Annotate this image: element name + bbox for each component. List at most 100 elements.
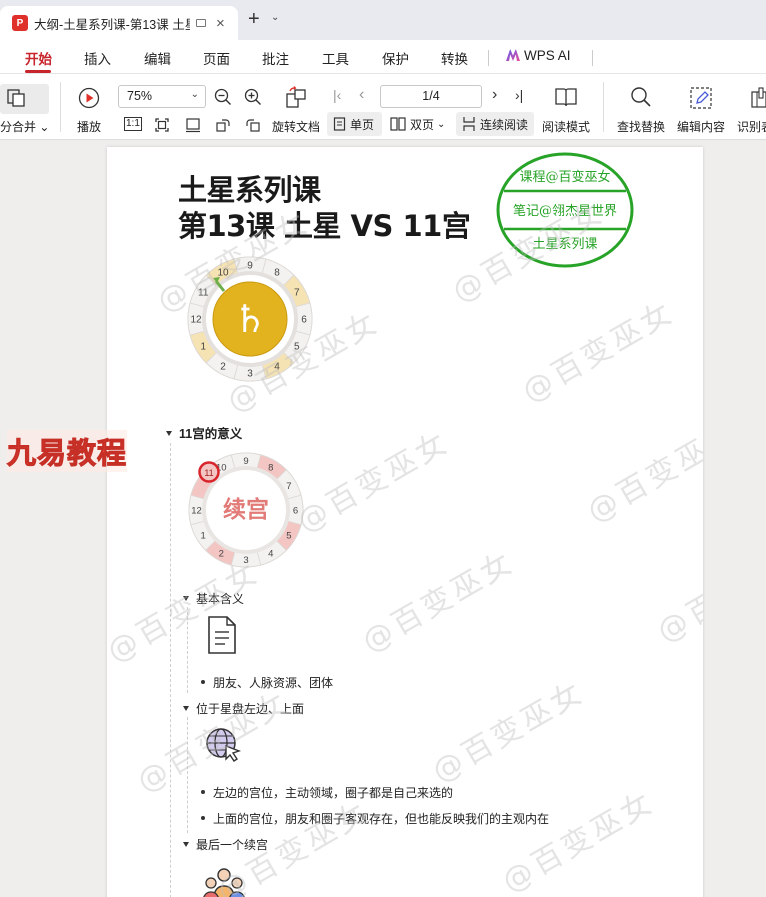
title-bar: P 大纲-土星系列课-第13课 土星 × + ⌄	[0, 0, 766, 40]
succedent-house-number-12: 12	[191, 506, 202, 517]
single-page-label: 单页	[350, 117, 375, 132]
menu-protect[interactable]: 保护	[382, 48, 409, 68]
new-tab-button[interactable]: +	[248, 9, 260, 29]
menu-home[interactable]: 开始	[25, 48, 52, 68]
recognize-table-icon[interactable]	[750, 86, 766, 110]
stamp-line1: 课程@百变巫女	[519, 169, 610, 185]
read-mode-icon[interactable]	[554, 86, 578, 108]
edit-content-icon[interactable]	[689, 86, 713, 110]
edit-content-label[interactable]: 编辑内容	[677, 118, 725, 135]
rotate-right-icon[interactable]	[245, 117, 261, 133]
viewer-gap	[0, 140, 766, 147]
double-page-label: 双页	[410, 117, 435, 132]
outline-position[interactable]: 位于星盘左边、上面	[183, 700, 304, 717]
menu-separator	[592, 50, 593, 66]
collapse-triangle-icon[interactable]	[183, 596, 189, 601]
house-11-label: 11	[204, 468, 213, 478]
read-mode-label[interactable]: 阅读模式	[542, 118, 590, 135]
stamp-line3: 土星系列课	[532, 237, 597, 252]
globe-cursor-icon	[206, 728, 242, 762]
saturn-symbol-icon: ♄	[233, 297, 267, 341]
saturn-house-number-2: 2	[220, 361, 226, 372]
menu-wps-ai[interactable]: WPS AI	[506, 48, 571, 63]
menu-convert[interactable]: 转换	[441, 48, 468, 68]
outline-guide-line	[170, 443, 171, 897]
saturn-house-number-1: 1	[200, 342, 206, 353]
first-page-icon[interactable]: |‹	[333, 87, 341, 103]
collapse-triangle-icon[interactable]	[183, 706, 189, 711]
menu-edit[interactable]: 编辑	[144, 48, 171, 68]
chevron-down-icon: ⌄	[190, 89, 199, 100]
outline-basic-meaning[interactable]: 基本含义	[183, 590, 244, 607]
watermark: @百变巫女	[426, 674, 592, 790]
actual-size-button[interactable]: 1:1	[124, 117, 142, 131]
people-group-icon	[203, 868, 245, 897]
active-menu-underline	[25, 70, 51, 73]
saturn-house-number-10: 10	[217, 268, 229, 279]
fit-page-icon[interactable]	[154, 117, 170, 133]
collapse-triangle-icon[interactable]	[166, 431, 172, 436]
collapse-triangle-icon[interactable]	[183, 842, 189, 847]
saturn-house-number-3: 3	[247, 369, 253, 380]
continuous-read-label: 连续阅读	[480, 117, 529, 132]
succedent-house-number-4: 4	[268, 548, 273, 559]
rotate-left-icon[interactable]	[215, 117, 231, 133]
outline-last-succedent[interactable]: 最后一个续宫	[183, 836, 268, 853]
saturn-house-number-6: 6	[301, 315, 307, 326]
last-page-icon[interactable]: ›|	[515, 87, 523, 103]
saturn-house-number-5: 5	[294, 342, 300, 353]
play-icon[interactable]	[78, 87, 100, 109]
list-item: 朋友、人脉资源、团体	[201, 674, 333, 691]
saturn-house-number-9: 9	[247, 261, 253, 272]
continuous-read-button[interactable]: 连续阅读	[456, 112, 534, 136]
zoom-out-icon[interactable]	[214, 88, 232, 106]
find-replace-label[interactable]: 查找替换	[617, 118, 665, 135]
pdf-icon: P	[12, 15, 28, 31]
zoom-in-icon[interactable]	[244, 88, 262, 106]
single-page-icon	[333, 117, 346, 131]
split-merge-label[interactable]: 分合并 ⌄	[0, 118, 49, 135]
zoom-select[interactable]: 75% ⌄	[118, 85, 206, 108]
tab-menu-chevron-icon[interactable]: ⌄	[271, 12, 279, 23]
single-page-button[interactable]: 单页	[327, 112, 382, 136]
menu-insert[interactable]: 插入	[84, 48, 111, 68]
saturn-house-number-8: 8	[274, 268, 280, 279]
toolbar-separator	[603, 82, 604, 132]
double-page-button[interactable]: 双页 ⌄	[390, 112, 445, 136]
watermark: @百变巫女	[651, 534, 703, 650]
watermark: @百变巫女	[496, 784, 662, 897]
succedent-house-number-2: 2	[219, 548, 224, 559]
saturn-house-number-11: 11	[198, 288, 209, 299]
tab-title: 大纲-土星系列课-第13课 土星	[34, 17, 190, 32]
watermark: @百变巫女	[581, 414, 703, 530]
rotate-document-icon[interactable]	[284, 86, 308, 110]
document-icon	[208, 616, 236, 654]
menu-separator	[488, 50, 489, 66]
monitor-icon[interactable]	[196, 19, 206, 27]
chevron-down-icon: ⌄	[437, 118, 446, 130]
outline-guide-line	[187, 717, 188, 833]
fit-width-icon[interactable]	[185, 117, 201, 133]
outline-guide-line	[187, 607, 188, 693]
document-tab[interactable]: P 大纲-土星系列课-第13课 土星 ×	[0, 6, 238, 40]
wps-ai-label: WPS AI	[524, 48, 571, 63]
succedent-label: 续宫	[223, 496, 269, 523]
menu-annotate[interactable]: 批注	[262, 48, 289, 68]
next-page-icon[interactable]: ›	[492, 86, 497, 104]
succedent-house-number-6: 6	[293, 506, 298, 517]
play-label[interactable]: 播放	[77, 118, 101, 135]
saturn-house-number-7: 7	[294, 288, 300, 299]
succedent-house-number-8: 8	[268, 463, 273, 474]
prev-page-icon[interactable]: ‹	[359, 86, 364, 104]
pdf-page[interactable]: 土星系列课 第13课 土星 VS 11宫 课程@百变巫女 笔记@翎杰星世界 土星…	[107, 147, 703, 897]
page-number-input[interactable]: 1/4	[380, 85, 482, 108]
menu-tools[interactable]: 工具	[322, 48, 349, 68]
rotate-document-label[interactable]: 旋转文档	[272, 118, 320, 135]
saturn-house-number-4: 4	[274, 361, 280, 372]
outline-heading-11th-house[interactable]: 11宫的意义	[166, 423, 242, 442]
close-tab-icon[interactable]: ×	[216, 16, 225, 31]
recognize-table-label[interactable]: 识别表	[737, 118, 766, 135]
find-replace-icon[interactable]	[630, 86, 652, 108]
menu-page[interactable]: 页面	[203, 48, 230, 68]
watermark: @百变巫女	[291, 424, 457, 540]
